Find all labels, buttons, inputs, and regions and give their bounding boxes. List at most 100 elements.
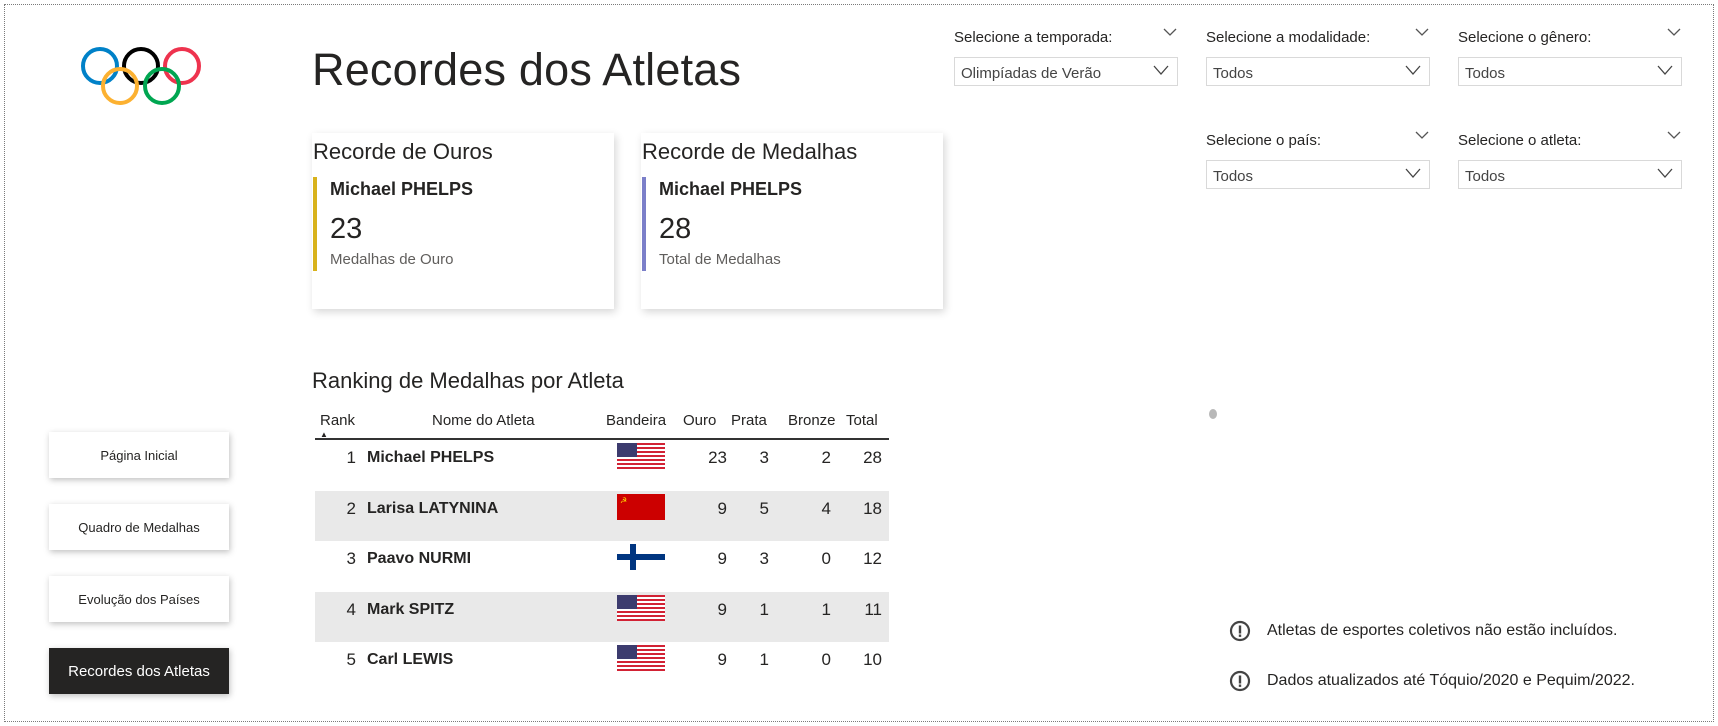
usa-flag-icon (617, 645, 665, 671)
cell-gold: 9 (717, 650, 727, 669)
slicer-athlete: Selecione o atleta: Todos (1458, 130, 1682, 189)
slicer-gender-dropdown[interactable]: Todos (1458, 57, 1682, 86)
slicer-sport: Selecione a modalidade: Todos (1206, 27, 1430, 86)
slicer-country: Selecione o país: Todos (1206, 130, 1430, 189)
cell-total: 18 (863, 498, 882, 518)
cell-silver: 5 (759, 498, 769, 518)
slicer-athlete-header[interactable]: Selecione o atleta: (1458, 130, 1682, 152)
cell-silver: 3 (759, 549, 769, 568)
cell-silver: 3 (759, 448, 769, 467)
slicer-country-header[interactable]: Selecione o país: (1206, 130, 1430, 152)
cell-athlete-name: Larisa LATYNINA (367, 499, 499, 517)
column-header-gold[interactable]: Ouro (683, 412, 716, 429)
kpi-athlete-name: Michael PHELPS (330, 179, 474, 199)
slicer-country-dropdown[interactable]: Todos (1206, 160, 1430, 189)
nav-button-athlete-records[interactable]: Recordes dos Atletas (49, 648, 229, 694)
slicer-gender: Selecione o gênero: Todos (1458, 27, 1682, 86)
cell-athlete-name: Michael PHELPS (367, 449, 495, 466)
ranking-table: Rank ▲ Nome do Atleta Bandeira Ouro Prat… (315, 406, 889, 693)
cell-rank: 2 (346, 498, 356, 518)
chevron-down-icon[interactable] (1414, 130, 1430, 140)
slicer-season-header[interactable]: Selecione a temporada: (954, 27, 1178, 49)
column-header-flag[interactable]: Bandeira (606, 412, 666, 429)
chevron-down-icon (1405, 168, 1421, 178)
nav-button-medal-table[interactable]: Quadro de Medalhas (49, 504, 229, 550)
slicer-gender-header[interactable]: Selecione o gênero: (1458, 27, 1682, 49)
sort-ascending-icon: ▲ (320, 430, 328, 439)
ussr-flag-icon: ☭ (617, 493, 665, 520)
cell-total: 28 (863, 448, 882, 467)
cell-gold: 9 (717, 498, 727, 518)
ranking-table-title: Ranking de Medalhas por Atleta (312, 368, 624, 393)
cell-rank: 5 (346, 650, 356, 669)
chevron-down-icon[interactable] (1666, 27, 1682, 37)
slicer-country-label: Selecione o país: (1206, 132, 1322, 149)
chevron-down-icon (1153, 65, 1169, 75)
kpi-title: Recorde de Ouros (313, 139, 493, 164)
cell-total: 11 (864, 599, 882, 619)
kpi-accent-bar (313, 177, 317, 271)
kpi-athlete-name: Michael PHELPS (659, 179, 803, 199)
chevron-down-icon[interactable] (1162, 27, 1178, 37)
chevron-down-icon (1657, 168, 1673, 178)
info-icon (1229, 620, 1251, 642)
slicer-athlete-label: Selecione o atleta: (1458, 132, 1582, 149)
slicer-sport-value: Todos (1213, 65, 1254, 82)
column-header-total[interactable]: Total (846, 412, 878, 429)
slicer-sport-header[interactable]: Selecione a modalidade: (1206, 27, 1430, 49)
olympic-rings-icon (81, 47, 201, 105)
slicer-season-value: Olimpíadas de Verão (961, 65, 1102, 82)
table-row[interactable]: 5 Carl LEWIS 9 1 0 10 (315, 642, 889, 693)
slicer-season-label: Selecione a temporada: (954, 29, 1113, 46)
table-row[interactable]: 4 Mark SPITZ 9 1 1 11 (315, 591, 889, 642)
cell-total: 12 (863, 549, 882, 568)
kpi-accent-bar (642, 177, 646, 271)
info-icon (1229, 670, 1251, 692)
kpi-subtitle: Total de Medalhas (659, 251, 781, 268)
table-row[interactable]: 3 Paavo NURMI 9 3 0 12 (315, 541, 889, 592)
cell-athlete-name: Paavo NURMI (367, 550, 472, 567)
cell-athlete-name: Mark SPITZ (367, 600, 455, 618)
cell-athlete-name: Carl LEWIS (367, 651, 454, 668)
slicer-season-dropdown[interactable]: Olimpíadas de Verão (954, 57, 1178, 86)
chevron-down-icon[interactable] (1666, 130, 1682, 140)
column-header-rank[interactable]: Rank (320, 412, 355, 429)
chevron-down-icon[interactable] (1414, 27, 1430, 37)
nav-button-home[interactable]: Página Inicial (49, 432, 229, 478)
kpi-value: 28 (659, 213, 692, 245)
page-title: Recordes dos Atletas (312, 44, 742, 95)
slicer-sport-label: Selecione a modalidade: (1206, 29, 1371, 46)
kpi-value: 23 (330, 213, 363, 245)
note-text: Atletas de esportes coletivos não estão … (1267, 622, 1618, 639)
kpi-card-medal-record: Recorde de Medalhas Michael PHELPS 28 To… (641, 133, 943, 309)
svg-text:☭: ☭ (620, 496, 627, 505)
slicer-athlete-value: Todos (1465, 168, 1506, 185)
kpi-title: Recorde de Medalhas (642, 139, 858, 164)
slicer-country-value: Todos (1213, 168, 1254, 185)
slicer-sport-dropdown[interactable]: Todos (1206, 57, 1430, 86)
kpi-card-gold-record: Recorde de Ouros Michael PHELPS 23 Medal… (312, 133, 614, 309)
cell-gold: 9 (717, 599, 727, 619)
column-header-bronze[interactable]: Bronze (788, 412, 836, 429)
cell-gold: 23 (708, 448, 727, 467)
column-header-silver[interactable]: Prata (731, 412, 767, 429)
slicer-season: Selecione a temporada: Olimpíadas de Ver… (954, 27, 1178, 86)
nav-button-country-evolution[interactable]: Evolução dos Países (49, 576, 229, 622)
chevron-down-icon (1657, 65, 1673, 75)
cell-gold: 9 (717, 549, 727, 568)
cell-bronze: 0 (821, 549, 831, 568)
kpi-subtitle: Medalhas de Ouro (330, 251, 454, 268)
column-header-name[interactable]: Nome do Atleta (432, 412, 535, 429)
cell-bronze: 4 (821, 498, 831, 518)
cell-total: 10 (863, 650, 882, 669)
table-row[interactable]: 2 Larisa LATYNINA ☭ 9 5 4 18 (315, 490, 889, 541)
usa-flag-icon (617, 443, 665, 469)
table-header-row: Rank ▲ Nome do Atleta Bandeira Ouro Prat… (315, 406, 889, 440)
cell-rank: 1 (346, 448, 356, 467)
cell-bronze: 2 (821, 448, 831, 467)
table-row[interactable]: 1 Michael PHELPS 23 3 2 28 (315, 440, 889, 491)
chevron-down-icon (1405, 65, 1421, 75)
cell-bronze: 0 (821, 650, 831, 669)
cell-bronze: 1 (821, 599, 831, 619)
slicer-athlete-dropdown[interactable]: Todos (1458, 160, 1682, 189)
